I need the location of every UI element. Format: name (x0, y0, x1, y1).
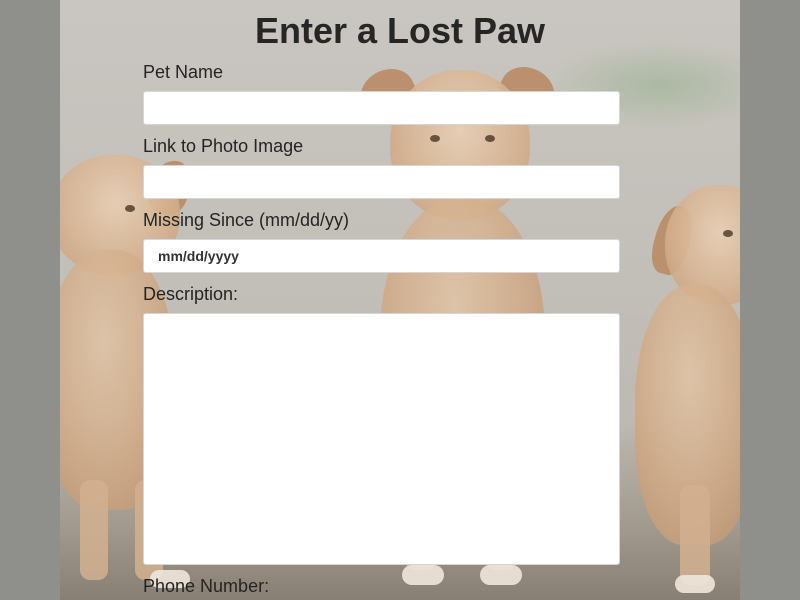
description-label: Description: (143, 284, 239, 304)
missing-since-date-input[interactable]: mm/dd/yyyy (143, 239, 620, 273)
date-placeholder: mm/dd/yyyy (158, 248, 239, 264)
missing-since-label: Missing Since (mm/dd/yy) (143, 210, 350, 230)
photo-link-input[interactable] (143, 165, 620, 199)
description-textarea[interactable] (143, 313, 620, 565)
page-title: Enter a Lost Paw (254, 10, 546, 51)
puppy-right-image (635, 185, 740, 600)
photo-link-label: Link to Photo Image (143, 136, 304, 156)
pet-name-input[interactable] (143, 91, 620, 125)
phone-number-label: Phone Number: (143, 576, 270, 596)
lost-paw-form-page: Enter a Lost Paw Pet Name Link to Photo … (60, 0, 740, 600)
pet-name-label: Pet Name (143, 62, 224, 82)
